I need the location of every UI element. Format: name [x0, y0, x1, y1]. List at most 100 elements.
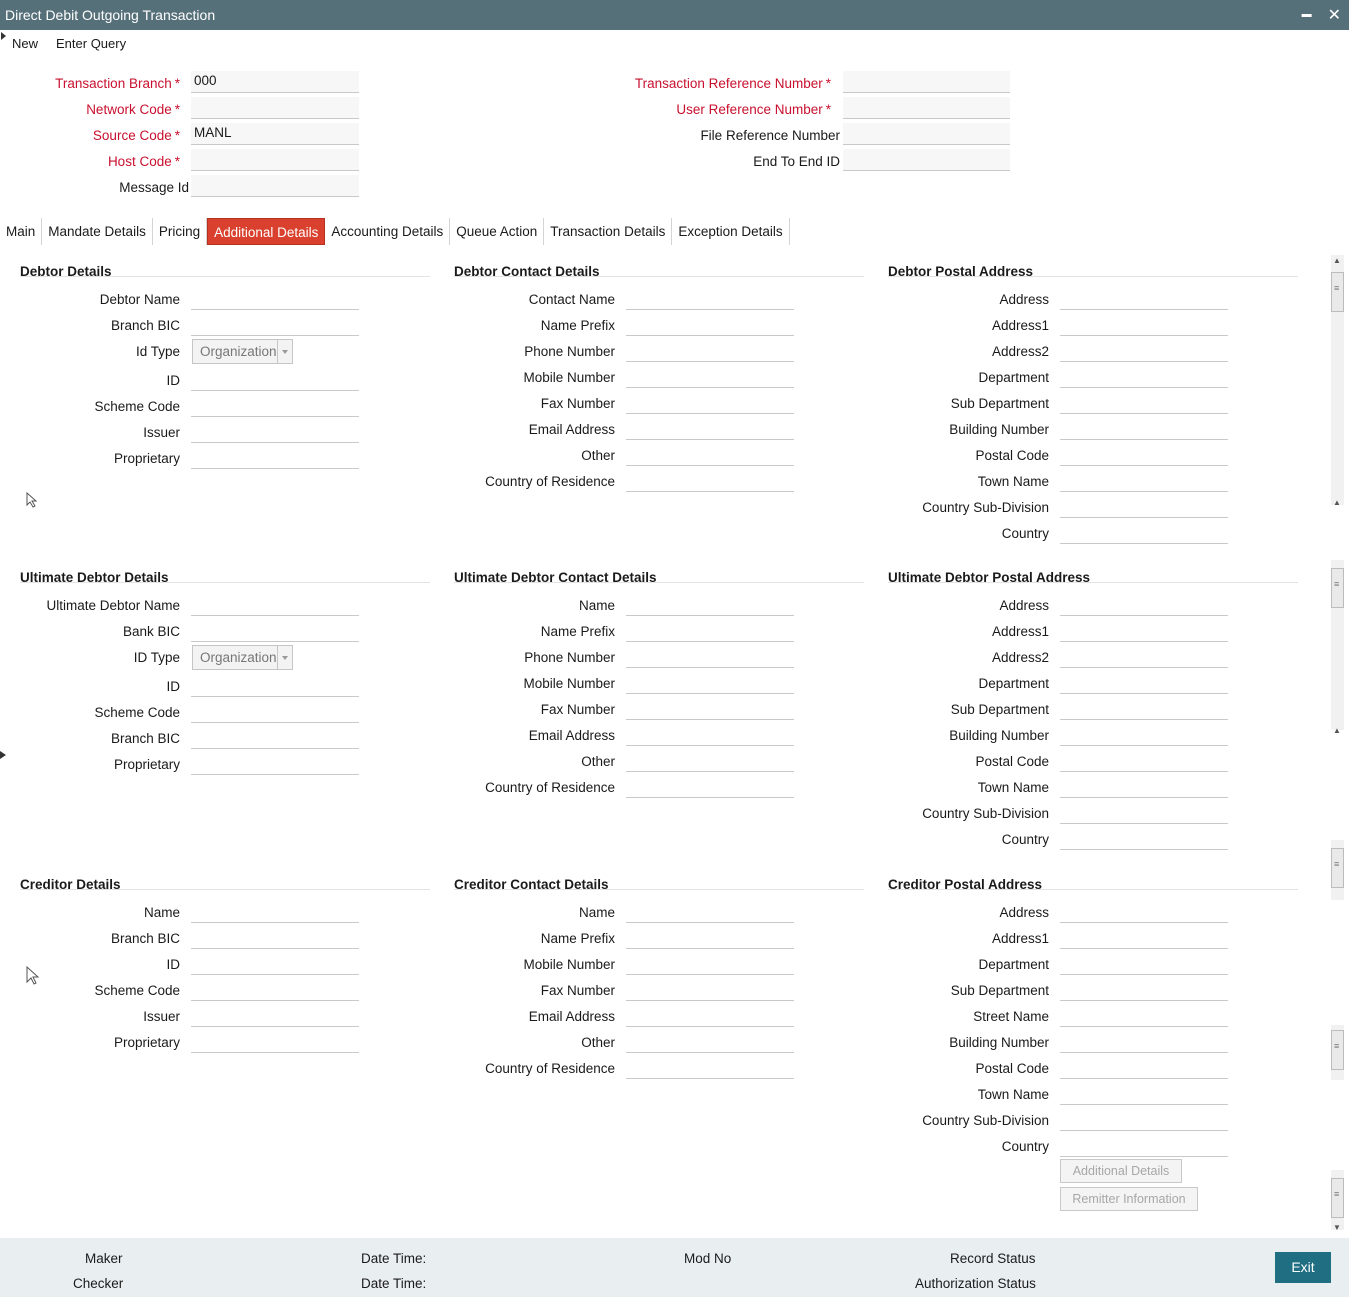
host-code-input[interactable]: [191, 149, 359, 171]
country-sub-division-input[interactable]: [1060, 1109, 1228, 1131]
id-input[interactable]: [191, 369, 359, 391]
fax-number-input[interactable]: [626, 392, 794, 414]
new-menu-item[interactable]: New: [12, 36, 38, 51]
user-reference-number-input[interactable]: [843, 97, 1010, 119]
tab-queue-action[interactable]: Queue Action: [450, 218, 545, 245]
tab-accounting-details[interactable]: Accounting Details: [325, 218, 451, 245]
department-input[interactable]: [1060, 672, 1228, 694]
tab-additional-details[interactable]: Additional Details: [207, 218, 326, 245]
minimize-icon[interactable]: ▬: [1302, 5, 1312, 25]
department-input[interactable]: [1060, 953, 1228, 975]
town-name-input[interactable]: [1060, 776, 1228, 798]
email-address-input[interactable]: [626, 418, 794, 440]
building-number-input[interactable]: [1060, 1031, 1228, 1053]
scrollbar-thumb-1[interactable]: [1331, 272, 1344, 312]
scroll-down-icon[interactable]: ▼: [1333, 1223, 1341, 1232]
scrollbar-thumb-2[interactable]: [1331, 568, 1344, 608]
remitter-information-button[interactable]: Remitter Information: [1060, 1187, 1198, 1211]
contact-name-input[interactable]: [626, 288, 794, 310]
transaction-branch-input[interactable]: 000: [191, 71, 359, 93]
name-input[interactable]: [191, 901, 359, 923]
issuer-input[interactable]: [191, 421, 359, 443]
scroll-up-icon[interactable]: ▲: [1333, 498, 1341, 507]
sub-department-input[interactable]: [1060, 392, 1228, 414]
source-code-input[interactable]: MANL: [191, 123, 359, 145]
country-input[interactable]: [1060, 828, 1228, 850]
network-code-input[interactable]: [191, 97, 359, 119]
address-input[interactable]: [1060, 594, 1228, 616]
sub-department-input[interactable]: [1060, 979, 1228, 1001]
name-prefix-input[interactable]: [626, 314, 794, 336]
country-input[interactable]: [1060, 522, 1228, 544]
postal-code-input[interactable]: [1060, 750, 1228, 772]
other-input[interactable]: [626, 444, 794, 466]
address-input[interactable]: [1060, 288, 1228, 310]
id-input[interactable]: [191, 953, 359, 975]
building-number-input[interactable]: [1060, 724, 1228, 746]
name-input[interactable]: [626, 901, 794, 923]
department-input[interactable]: [1060, 366, 1228, 388]
scrollbar-thumb-3[interactable]: [1331, 848, 1344, 888]
branch-bic-input[interactable]: [191, 927, 359, 949]
scrollbar-thumb-5[interactable]: [1331, 1178, 1344, 1218]
postal-code-input[interactable]: [1060, 1057, 1228, 1079]
scheme-code-input[interactable]: [191, 701, 359, 723]
issuer-input[interactable]: [191, 1005, 359, 1027]
end-to-end-id-input[interactable]: [843, 149, 1010, 171]
address2-input[interactable]: [1060, 340, 1228, 362]
address1-input[interactable]: [1060, 927, 1228, 949]
message-id-input[interactable]: [191, 175, 359, 197]
scheme-code-input[interactable]: [191, 395, 359, 417]
enter-query-menu-item[interactable]: Enter Query: [56, 36, 126, 51]
town-name-input[interactable]: [1060, 1083, 1228, 1105]
branch-bic-input[interactable]: [191, 314, 359, 336]
other-input[interactable]: [626, 1031, 794, 1053]
mobile-number-input[interactable]: [626, 366, 794, 388]
address1-input[interactable]: [1060, 620, 1228, 642]
scheme-code-input[interactable]: [191, 979, 359, 1001]
close-icon[interactable]: ✕: [1328, 5, 1341, 25]
address2-input[interactable]: [1060, 646, 1228, 668]
tab-main[interactable]: Main: [0, 218, 43, 245]
name-prefix-input[interactable]: [626, 927, 794, 949]
fax-number-input[interactable]: [626, 698, 794, 720]
chevron-down-icon[interactable]: [277, 340, 292, 363]
phone-number-input[interactable]: [626, 340, 794, 362]
proprietary-input[interactable]: [191, 753, 359, 775]
id-type-select[interactable]: Organization: [192, 339, 293, 364]
street-name-input[interactable]: [1060, 1005, 1228, 1027]
email-address-input[interactable]: [626, 1005, 794, 1027]
mobile-number-input[interactable]: [626, 953, 794, 975]
proprietary-input[interactable]: [191, 447, 359, 469]
tab-transaction-details[interactable]: Transaction Details: [544, 218, 673, 245]
debtor-name-input[interactable]: [191, 288, 359, 310]
scroll-up-icon[interactable]: ▲: [1333, 726, 1341, 735]
country-of-residence-input[interactable]: [626, 776, 794, 798]
country-of-residence-input[interactable]: [626, 1057, 794, 1079]
file-reference-number-input[interactable]: [843, 123, 1010, 145]
tab-mandate-details[interactable]: Mandate Details: [42, 218, 153, 245]
country-sub-division-input[interactable]: [1060, 802, 1228, 824]
email-address-input[interactable]: [626, 724, 794, 746]
ultimate-debtor-name-input[interactable]: [191, 594, 359, 616]
exit-button[interactable]: Exit: [1275, 1252, 1331, 1283]
phone-number-input[interactable]: [626, 646, 794, 668]
tab-exception-details[interactable]: Exception Details: [672, 218, 790, 245]
branch-bic-input[interactable]: [191, 727, 359, 749]
scroll-up-icon[interactable]: ▲: [1333, 256, 1341, 265]
id-input[interactable]: [191, 675, 359, 697]
id-type-select[interactable]: Organization: [192, 645, 293, 670]
bank-bic-input[interactable]: [191, 620, 359, 642]
country-input[interactable]: [1060, 1135, 1228, 1157]
tab-pricing[interactable]: Pricing: [153, 218, 208, 245]
fax-number-input[interactable]: [626, 979, 794, 1001]
country-of-residence-input[interactable]: [626, 470, 794, 492]
building-number-input[interactable]: [1060, 418, 1228, 440]
sub-department-input[interactable]: [1060, 698, 1228, 720]
address1-input[interactable]: [1060, 314, 1228, 336]
name-input[interactable]: [626, 594, 794, 616]
country-sub-division-input[interactable]: [1060, 496, 1228, 518]
address-input[interactable]: [1060, 901, 1228, 923]
transaction-reference-number-input[interactable]: [843, 71, 1010, 93]
scrollbar-thumb-4[interactable]: [1331, 1030, 1344, 1070]
